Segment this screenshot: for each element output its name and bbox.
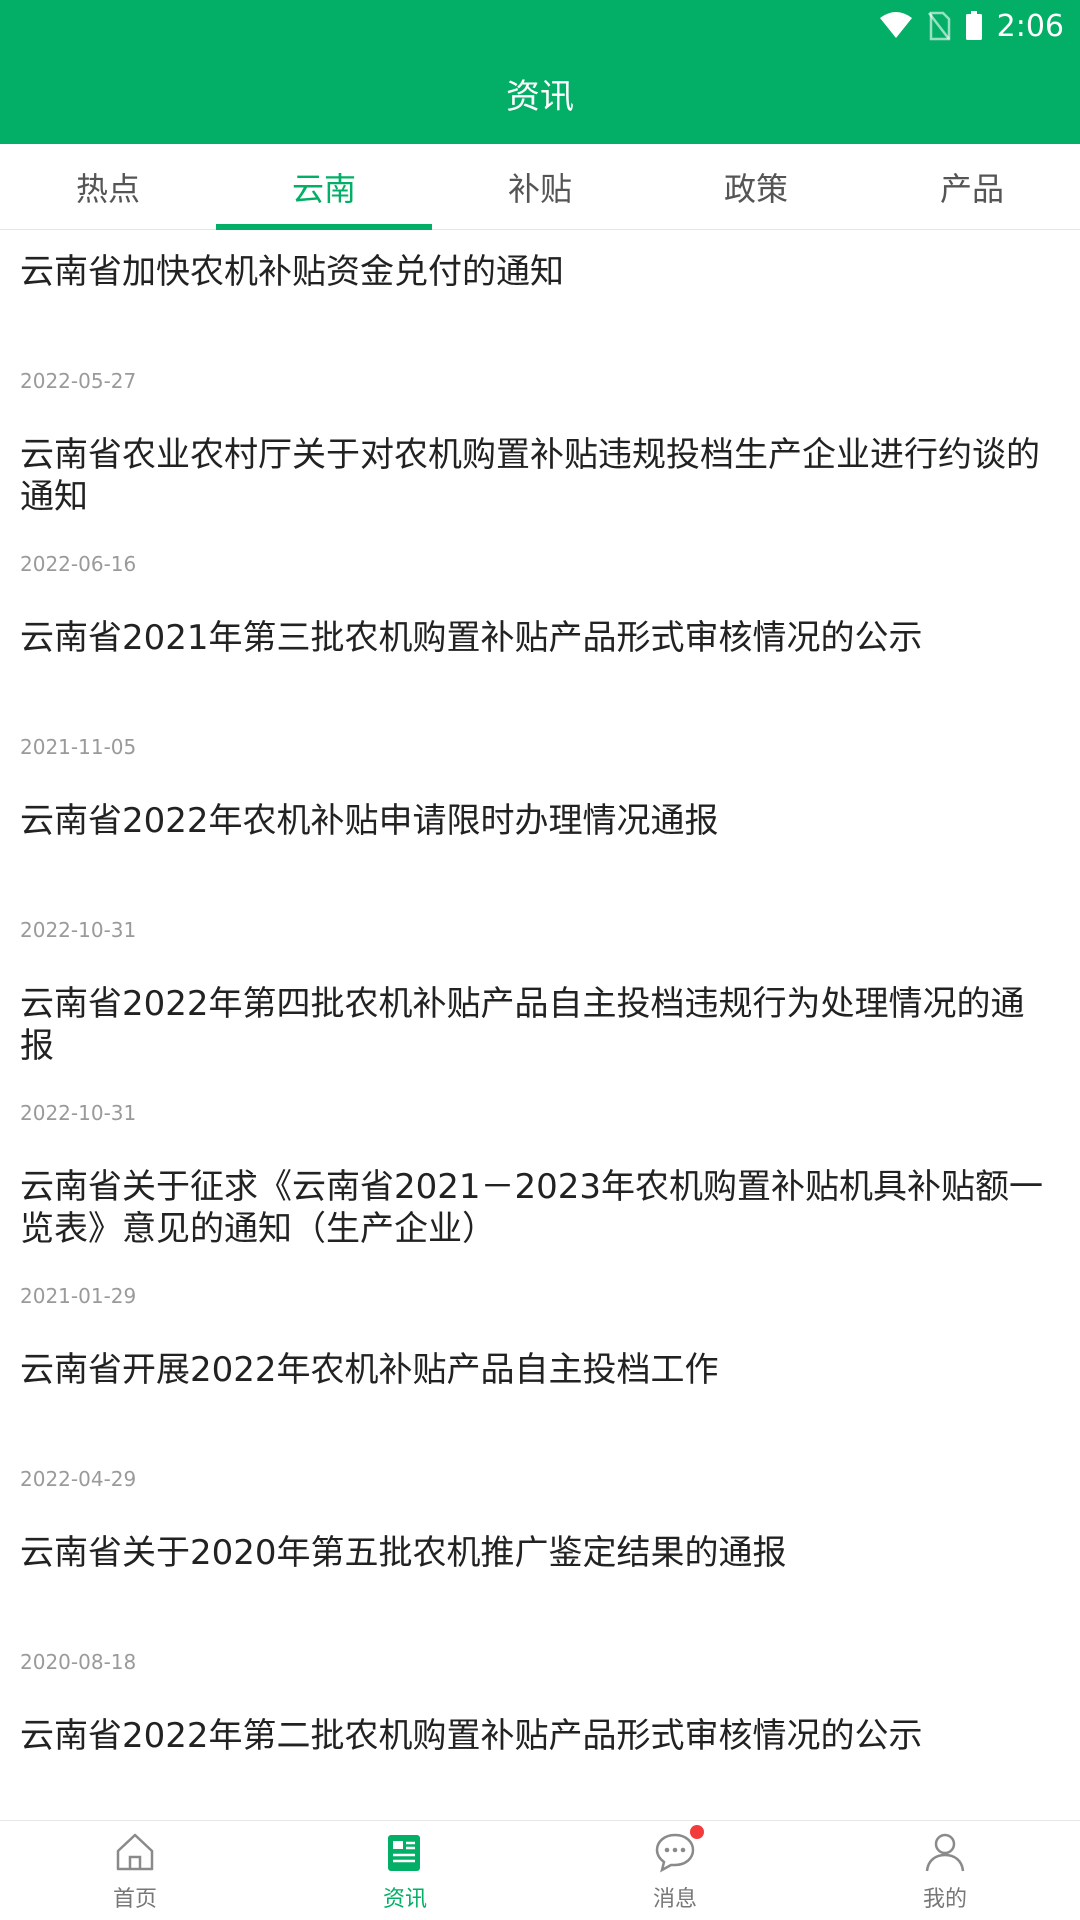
article-item[interactable]: 云南省开展2022年农机补贴产品自主投档工作 2022-04-29: [0, 1329, 1080, 1512]
page-title: 资讯: [506, 77, 574, 117]
article-date: 2022-06-16: [20, 552, 137, 576]
wifi-icon: [879, 12, 912, 38]
status-time: 2:06: [996, 8, 1064, 44]
news-icon: [388, 1834, 420, 1871]
home-icon: [116, 1833, 154, 1870]
article-item[interactable]: 云南省关于征求《云南省2021－2023年农机购置补贴机具补贴额一览表》意见的通…: [0, 1146, 1080, 1329]
article-title: 云南省加快农机补贴资金兑付的通知: [20, 252, 564, 292]
nav-news-label: 资讯: [382, 1886, 427, 1912]
article-date: 2022-04-29: [20, 1467, 137, 1491]
article-title: 云南省2022年第四批农机补贴产品自主投档违规行为处理情况的通报: [20, 984, 1025, 1066]
nav-home[interactable]: 首页: [0, 1821, 270, 1920]
tab-policy[interactable]: 政策: [648, 144, 864, 230]
profile-icon: [925, 1833, 965, 1871]
article-item[interactable]: 云南省关于2020年第五批农机推广鉴定结果的通报 2020-08-18: [0, 1512, 1080, 1695]
article-title: 云南省开展2022年农机补贴产品自主投档工作: [20, 1350, 719, 1390]
article-title: 云南省关于征求《云南省2021－2023年农机购置补贴机具补贴额一览表》意见的通…: [20, 1167, 1044, 1249]
message-icon-wrap: [652, 1824, 704, 1875]
nav-news[interactable]: 资讯: [270, 1821, 540, 1920]
article-title: 云南省2021年第三批农机购置补贴产品形式审核情况的公示: [20, 618, 923, 658]
article-date: 2021-01-29: [20, 1284, 137, 1308]
article-title: 云南省2022年第二批农机购置补贴产品形式审核情况的公示: [20, 1716, 923, 1756]
tab-product[interactable]: 产品: [864, 144, 1080, 230]
article-date: 2022-10-31: [20, 1101, 137, 1125]
category-tabs: 热点 云南 补贴 政策 产品: [0, 144, 1080, 230]
article-item[interactable]: 云南省2022年第四批农机补贴产品自主投档违规行为处理情况的通报 2022-10…: [0, 963, 1080, 1146]
article-item[interactable]: 云南省加快农机补贴资金兑付的通知 2022-05-27: [0, 231, 1080, 414]
tab-hot[interactable]: 热点: [0, 144, 216, 230]
unread-badge: [690, 1824, 704, 1839]
article-date: 2022-10-31: [20, 918, 137, 942]
nav-profile[interactable]: 我的: [810, 1821, 1080, 1920]
nav-messages-label: 消息: [652, 1886, 697, 1912]
article-title: 云南省2022年农机补贴申请限时办理情况通报: [20, 801, 719, 841]
article-item[interactable]: 云南省2021年第三批农机购置补贴产品形式审核情况的公示 2021-11-05: [0, 597, 1080, 780]
article-date: 2020-08-18: [20, 1650, 137, 1674]
article-list: 云南省加快农机补贴资金兑付的通知 2022-05-27 云南省农业农村厅关于对农…: [0, 231, 1080, 1819]
nav-profile-label: 我的: [922, 1886, 967, 1912]
status-bar: 2:06: [0, 0, 1080, 50]
app-root: 2:06 资讯 热点 云南 补贴 政策 产品 云南省加快农机补贴资金兑付的通知 …: [0, 0, 1080, 1920]
article-title: 云南省农业农村厅关于对农机购置补贴违规投档生产企业进行约谈的通知: [20, 435, 1040, 517]
app-header: 2:06 资讯: [0, 0, 1080, 144]
article-item[interactable]: 云南省农业农村厅关于对农机购置补贴违规投档生产企业进行约谈的通知 2022-06…: [0, 414, 1080, 597]
article-date: 2021-11-05: [20, 735, 137, 759]
nav-messages[interactable]: 消息: [540, 1821, 810, 1920]
nav-home-label: 首页: [112, 1886, 157, 1912]
article-item[interactable]: 云南省2022年第二批农机购置补贴产品形式审核情况的公示: [0, 1695, 1080, 1819]
tab-yunnan[interactable]: 云南: [216, 144, 432, 230]
article-title: 云南省关于2020年第五批农机推广鉴定结果的通报: [20, 1533, 787, 1573]
article-date: 2022-05-27: [20, 369, 137, 393]
no-sim-icon: [927, 11, 950, 41]
battery-icon: [965, 11, 982, 40]
article-item[interactable]: 云南省2022年农机补贴申请限时办理情况通报 2022-10-31: [0, 780, 1080, 963]
status-icons: 2:06: [879, 6, 1064, 46]
bottom-nav: 首页 资讯 消息 我的: [0, 1820, 1080, 1920]
tab-subsidy[interactable]: 补贴: [432, 144, 648, 230]
